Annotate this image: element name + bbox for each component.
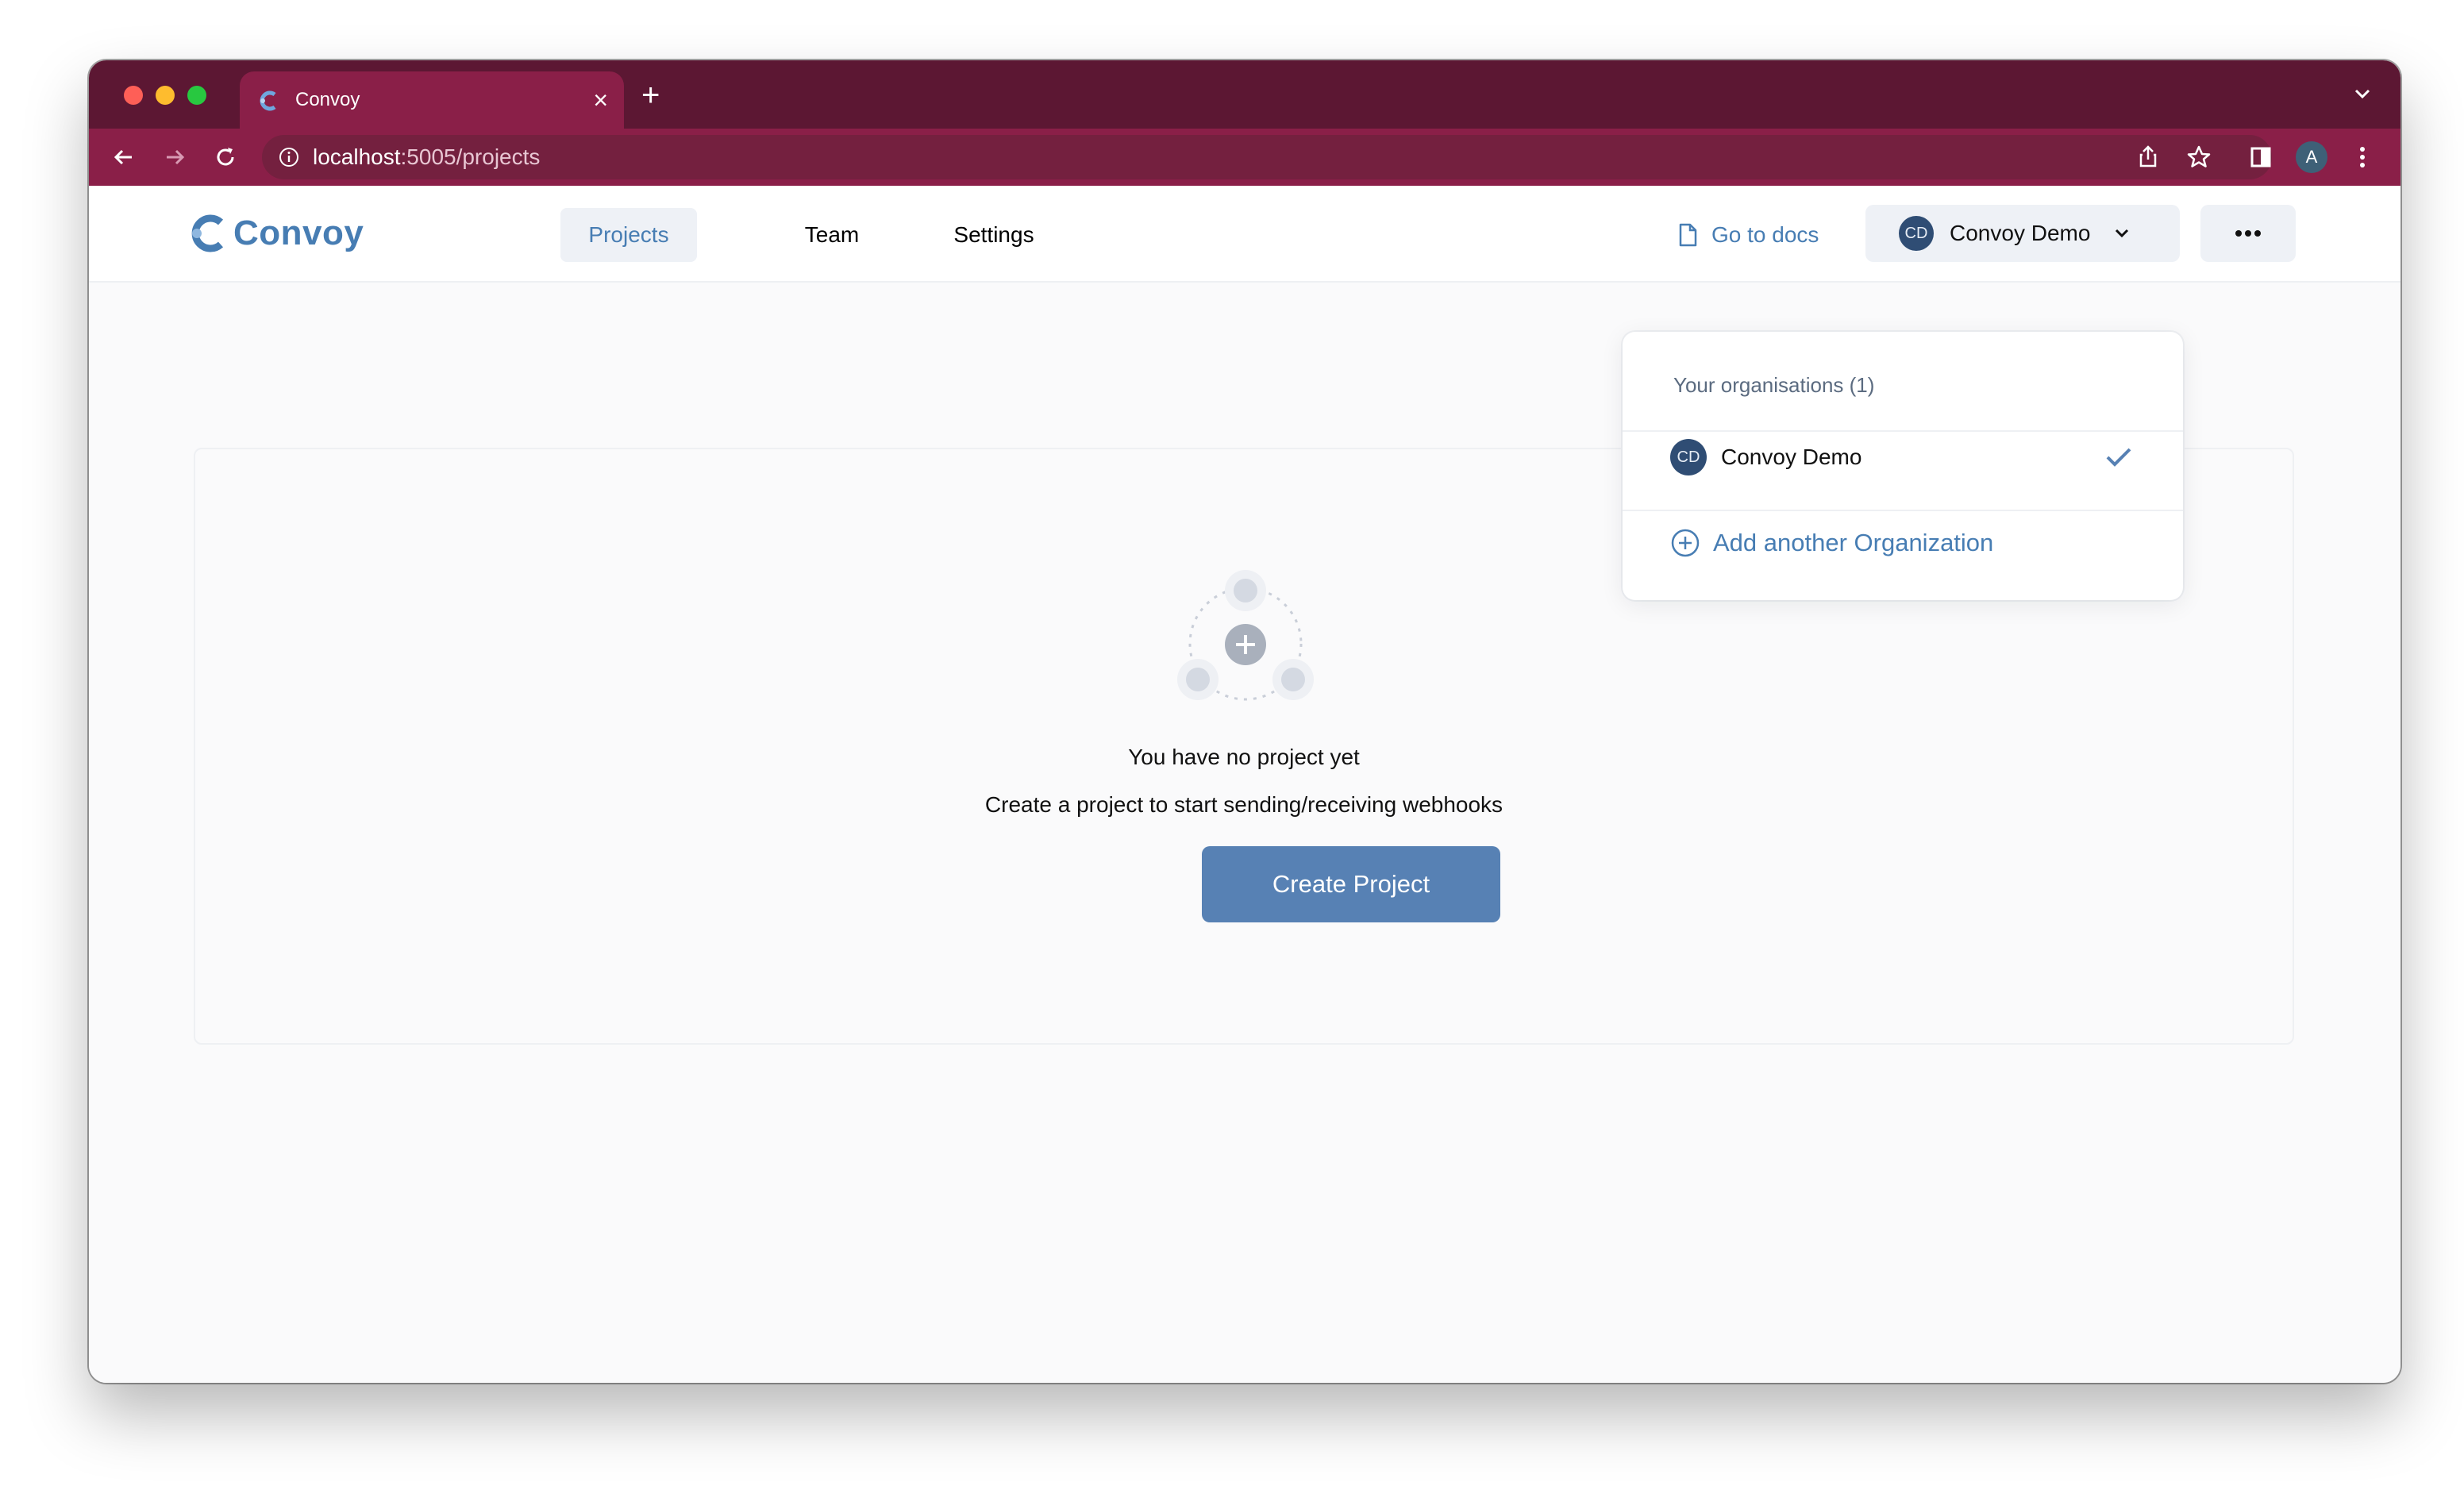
- more-options-button[interactable]: [2200, 205, 2296, 262]
- url-host: localhost: [313, 144, 401, 169]
- document-icon: [1679, 223, 1697, 247]
- create-project-button[interactable]: Create Project: [1202, 846, 1500, 922]
- share-icon[interactable]: [2132, 141, 2164, 173]
- site-info-icon[interactable]: [278, 146, 300, 168]
- convoy-favicon-icon: [260, 90, 276, 111]
- browser-menu-icon[interactable]: [2347, 141, 2378, 173]
- dropdown-divider: [1623, 510, 2183, 511]
- org-name: Convoy Demo: [1950, 221, 2091, 245]
- new-tab-button[interactable]: +: [641, 79, 660, 111]
- page: Convoy Projects Team Settings Go to docs…: [89, 186, 2400, 1383]
- app-header: Convoy Projects Team Settings Go to docs…: [89, 186, 2400, 283]
- browser-tab-bar: Convoy × +: [89, 60, 2400, 129]
- add-organization-label: Add another Organization: [1713, 529, 1994, 556]
- org-avatar: CD: [1670, 439, 1707, 475]
- convoy-logo-icon: [191, 214, 224, 252]
- empty-projects-illustration-icon: [1177, 570, 1314, 701]
- checkmark-icon: [2106, 448, 2131, 467]
- empty-state-subtitle: Create a project to start sending/receiv…: [984, 792, 1503, 817]
- url-path: :5005/projects: [400, 144, 541, 169]
- side-panel-icon[interactable]: [2245, 141, 2277, 173]
- tab-title: Convoy: [295, 89, 360, 110]
- organisation-dropdown: Your organisations (1) CD Convoy Demo Ad…: [1623, 332, 2183, 600]
- browser-toolbar: localhost:5005/projects A: [89, 129, 2400, 186]
- dropdown-heading: Your organisations (1): [1673, 373, 1875, 397]
- organisation-switcher-button[interactable]: CD Convoy Demo: [1865, 205, 2180, 262]
- minimize-window-button[interactable]: [156, 86, 175, 105]
- close-window-button[interactable]: [124, 86, 143, 105]
- browser-tab-convoy[interactable]: Convoy ×: [240, 71, 624, 129]
- convoy-logo[interactable]: Convoy: [191, 213, 364, 254]
- tab-search-chevron-icon[interactable]: [2348, 79, 2377, 108]
- reload-icon[interactable]: [210, 141, 241, 173]
- browser-window: Convoy × + localhost:5005/projects A Co…: [89, 60, 2400, 1383]
- dropdown-org-item[interactable]: CD Convoy Demo: [1670, 435, 2139, 479]
- forward-arrow-icon[interactable]: [159, 141, 191, 173]
- plus-circle-icon: [1671, 529, 1700, 557]
- dropdown-org-name: Convoy Demo: [1721, 445, 1862, 469]
- nav-projects[interactable]: Projects: [560, 208, 697, 262]
- back-arrow-icon[interactable]: [108, 141, 140, 173]
- profile-avatar[interactable]: A: [2296, 141, 2327, 173]
- go-to-docs-link[interactable]: Go to docs: [1677, 208, 1819, 262]
- empty-state-title: You have no project yet: [1128, 745, 1360, 769]
- org-avatar: CD: [1899, 216, 1934, 251]
- close-tab-icon[interactable]: ×: [593, 86, 608, 114]
- more-horizontal-icon: [2235, 230, 2261, 237]
- address-bar[interactable]: localhost:5005/projects: [262, 135, 2272, 179]
- chevron-down-icon: [2116, 229, 2129, 238]
- logo-text: Convoy: [233, 214, 364, 252]
- nav-team[interactable]: Team: [776, 208, 887, 262]
- bookmark-star-icon[interactable]: [2183, 141, 2215, 173]
- add-organization-button[interactable]: Add another Organization: [1670, 521, 1993, 565]
- nav-settings[interactable]: Settings: [930, 208, 1057, 262]
- go-to-docs-label: Go to docs: [1711, 222, 1819, 247]
- dropdown-divider: [1623, 430, 2183, 432]
- maximize-window-button[interactable]: [187, 86, 206, 105]
